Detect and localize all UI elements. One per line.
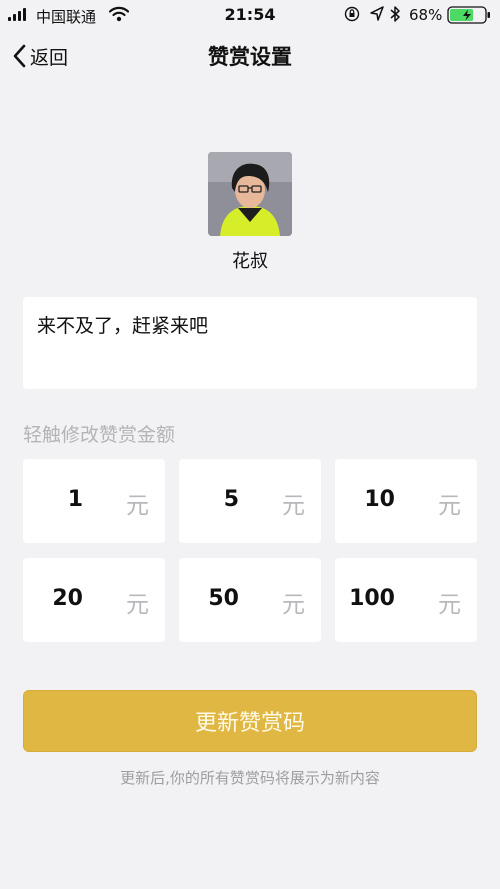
amount-unit: 元 bbox=[126, 592, 149, 618]
message-input[interactable]: 来不及了，赶紧来吧 bbox=[23, 297, 477, 389]
amount-unit: 元 bbox=[282, 493, 305, 519]
avatar-photo bbox=[208, 152, 292, 236]
amount-unit: 元 bbox=[126, 493, 149, 519]
bluetooth-icon bbox=[390, 6, 400, 22]
amount-hint: 轻触修改赞赏金额 bbox=[23, 424, 176, 446]
amount-option-20[interactable]: 20 元 bbox=[23, 558, 165, 642]
orientation-lock-icon bbox=[344, 6, 360, 22]
amount-value: 5 bbox=[223, 487, 239, 512]
amount-value: 20 bbox=[52, 586, 83, 611]
nav-bar: 返回 赞赏设置 bbox=[0, 30, 500, 82]
amount-option-10[interactable]: 10 元 bbox=[335, 459, 477, 543]
amount-unit: 元 bbox=[438, 592, 461, 618]
amount-unit: 元 bbox=[282, 592, 305, 618]
update-reward-code-button[interactable]: 更新赞赏码 bbox=[23, 690, 477, 752]
amount-value: 100 bbox=[349, 586, 395, 611]
amount-value: 50 bbox=[208, 586, 239, 611]
amount-unit: 元 bbox=[438, 493, 461, 519]
battery-icon bbox=[447, 6, 490, 24]
location-icon bbox=[370, 6, 384, 21]
amount-option-50[interactable]: 50 元 bbox=[179, 558, 321, 642]
amount-value: 1 bbox=[67, 487, 83, 512]
status-bar: 中国联通 21:54 68% bbox=[0, 0, 500, 30]
page-title: 赞赏设置 bbox=[208, 45, 292, 69]
user-name: 花叔 bbox=[232, 251, 268, 272]
update-note: 更新后,你的所有赞赏码将展示为新内容 bbox=[120, 769, 380, 787]
amount-option-5[interactable]: 5 元 bbox=[179, 459, 321, 543]
amount-value: 10 bbox=[364, 487, 395, 512]
amount-option-1[interactable]: 1 元 bbox=[23, 459, 165, 543]
avatar bbox=[208, 152, 292, 236]
amount-option-100[interactable]: 100 元 bbox=[335, 558, 477, 642]
battery-percent: 68% bbox=[409, 6, 443, 24]
